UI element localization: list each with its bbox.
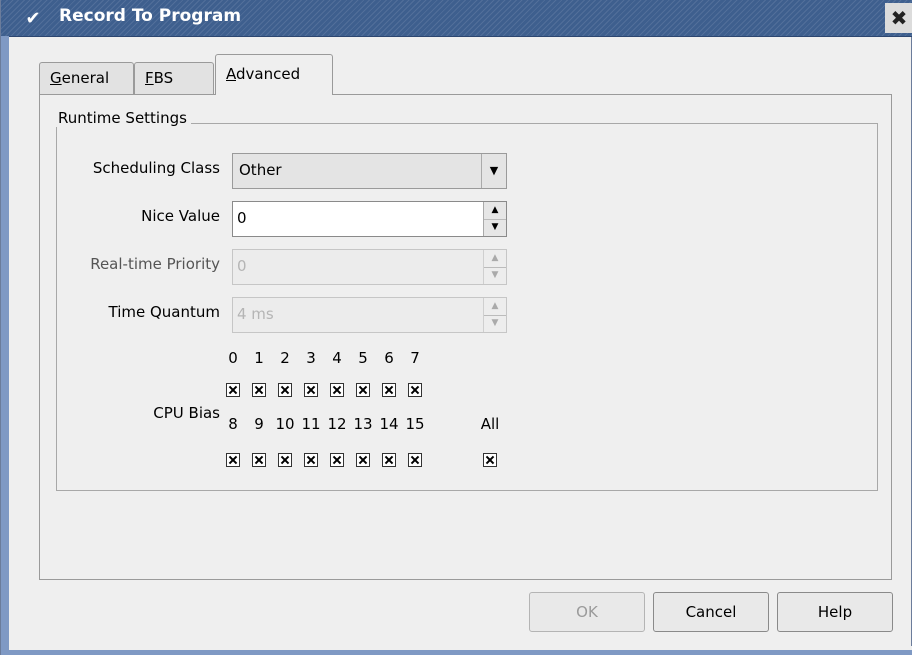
realtime-priority-label: Real-time Priority xyxy=(90,255,220,273)
cpu-3-checkbox[interactable] xyxy=(304,383,318,397)
cpu-12-checkbox[interactable] xyxy=(330,453,344,467)
tab-fbs-mnemonic: F xyxy=(145,69,154,87)
cpu-13-label: 13 xyxy=(353,415,373,433)
scheduling-class-label: Scheduling Class xyxy=(92,159,220,177)
cpu-1-checkbox[interactable] xyxy=(252,383,266,397)
cancel-button[interactable]: Cancel xyxy=(653,592,769,632)
cpu-1-label: 1 xyxy=(254,349,264,367)
tab-advanced[interactable]: Advanced xyxy=(215,54,333,95)
realtime-priority-input: 0 xyxy=(237,257,247,275)
cpu-4-checkbox[interactable] xyxy=(330,383,344,397)
cpu-bias-label: CPU Bias xyxy=(153,404,220,422)
dialog-window: ✔ Record To Program ✖ General FBS Advanc… xyxy=(0,0,912,655)
cpu-15-label: 15 xyxy=(405,415,425,433)
cpu-0-checkbox[interactable] xyxy=(226,383,240,397)
cpu-10-checkbox[interactable] xyxy=(278,453,292,467)
decrement-arrow-icon: ▼ xyxy=(491,318,499,328)
cpu-15-checkbox[interactable] xyxy=(408,453,422,467)
increment-arrow-icon: ▲ xyxy=(484,250,506,268)
chevron-down-icon[interactable]: ✔ xyxy=(19,8,47,30)
window-title: Record To Program xyxy=(59,6,242,26)
cpu-11-label: 11 xyxy=(301,415,321,433)
cpu-all-checkbox[interactable] xyxy=(483,453,497,467)
ok-button: OK xyxy=(529,592,645,632)
cpu-5-label: 5 xyxy=(358,349,368,367)
help-button[interactable]: Help xyxy=(777,592,893,632)
cpu-10-label: 10 xyxy=(275,415,295,433)
chevron-down-icon: ▼ xyxy=(481,154,506,188)
cpu-all-label: All xyxy=(480,415,500,433)
cpu-9-checkbox[interactable] xyxy=(252,453,266,467)
cpu-5-checkbox[interactable] xyxy=(356,383,370,397)
cpu-6-label: 6 xyxy=(384,349,394,367)
tab-advanced-label: dvanced xyxy=(236,65,301,83)
cpu-3-label: 3 xyxy=(306,349,316,367)
decrement-arrow-icon[interactable]: ▼ xyxy=(484,219,506,236)
tab-fbs[interactable]: FBS xyxy=(134,62,214,94)
time-quantum-input: 4 ms xyxy=(237,305,274,323)
tab-fbs-label: BS xyxy=(153,69,174,87)
cpu-4-label: 4 xyxy=(332,349,342,367)
cpu-14-label: 14 xyxy=(379,415,399,433)
tab-advanced-mnemonic: A xyxy=(226,65,236,83)
cpu-7-checkbox[interactable] xyxy=(408,383,422,397)
tab-general-mnemonic: G xyxy=(50,69,62,87)
time-quantum-label: Time Quantum xyxy=(108,303,221,321)
cpu-8-checkbox[interactable] xyxy=(226,453,240,467)
decrement-arrow-icon: ▼ xyxy=(491,270,499,280)
cpu-14-checkbox[interactable] xyxy=(382,453,396,467)
scheduling-class-value: Other xyxy=(239,161,282,179)
cpu-12-label: 12 xyxy=(327,415,347,433)
realtime-priority-stepper: ▲ ▼ xyxy=(483,250,506,284)
cpu-7-label: 7 xyxy=(410,349,420,367)
window-bottom-border xyxy=(1,646,912,655)
tab-panel-advanced: Runtime Settings Scheduling Class Other … xyxy=(39,94,892,580)
cpu-6-checkbox[interactable] xyxy=(382,383,396,397)
cpu-0-label: 0 xyxy=(228,349,238,367)
runtime-settings-legend: Runtime Settings xyxy=(54,109,191,127)
time-quantum-spinbox: 4 ms ▲ ▼ xyxy=(232,297,507,333)
scheduling-class-dropdown[interactable]: Other ▼ xyxy=(232,153,507,189)
cpu-2-checkbox[interactable] xyxy=(278,383,292,397)
cpu-8-label: 8 xyxy=(228,415,238,433)
tab-general-label: eneral xyxy=(61,69,110,87)
close-icon[interactable]: ✖ xyxy=(885,3,912,33)
tab-general[interactable]: General xyxy=(39,62,134,94)
nice-value-input[interactable]: 0 xyxy=(237,209,247,227)
realtime-priority-spinbox: 0 ▲ ▼ xyxy=(232,249,507,285)
time-quantum-stepper: ▲ ▼ xyxy=(483,298,506,332)
nice-value-spinbox[interactable]: 0 ▲ ▼ xyxy=(232,201,507,237)
window-left-border xyxy=(1,36,9,646)
nice-value-label: Nice Value xyxy=(141,207,220,225)
cpu-13-checkbox[interactable] xyxy=(356,453,370,467)
cpu-9-label: 9 xyxy=(254,415,264,433)
cpu-11-checkbox[interactable] xyxy=(304,453,318,467)
title-bar: ✔ Record To Program ✖ xyxy=(1,0,912,37)
increment-arrow-icon: ▲ xyxy=(484,298,506,316)
nice-value-stepper: ▲ ▼ xyxy=(483,202,506,236)
increment-arrow-icon[interactable]: ▲ xyxy=(484,202,506,220)
cpu-2-label: 2 xyxy=(280,349,290,367)
